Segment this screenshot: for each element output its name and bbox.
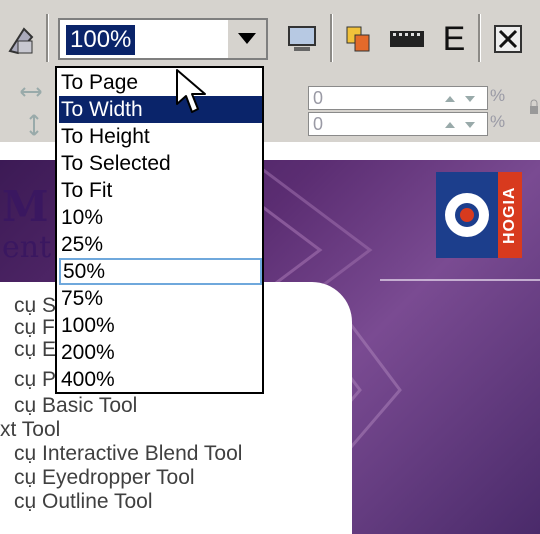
position-y-field[interactable]: 0 [308,112,488,136]
standard-toolbar: 100% E [0,0,540,73]
chevron-down-icon [238,33,256,44]
toolbar-separator [330,14,333,62]
list-item: cụ Basic Tool [14,394,138,417]
zoom-option-200[interactable]: 200% [59,339,262,366]
position-y-value[interactable]: 0 [313,114,323,135]
list-item: cụ Eyedropper Tool [14,466,195,489]
width-arrow-icon [18,82,44,102]
text-tool-glyph: E [442,19,466,58]
app-window: 100% E 0 % 0 % M ent HOGIA cụ S cụ F cụ … [0,0,540,534]
position-x-value[interactable]: 0 [313,88,323,109]
copy-icon[interactable] [340,20,376,58]
zoom-option-to-height[interactable]: To Height [59,123,262,150]
monitor-icon[interactable] [282,20,322,58]
slide-title: M [2,182,49,231]
close-box-icon[interactable] [488,20,528,58]
zoom-option-10[interactable]: 10% [59,204,262,231]
zoom-option-50[interactable]: 50% [59,258,262,285]
toolbar-separator [46,14,49,62]
spinner[interactable] [443,116,483,132]
zoom-option-25[interactable]: 25% [59,231,262,258]
list-item: cụ Outline Tool [14,490,153,513]
zoom-option-to-width[interactable]: To Width [59,96,262,123]
list-item: cụ S [14,294,57,317]
logo-text: HOGIA [501,186,518,244]
film-icon[interactable] [386,20,428,58]
printer-icon[interactable] [0,20,42,60]
zoom-combobox[interactable]: 100% [58,18,268,60]
list-item: cụ F [14,316,55,339]
spinner[interactable] [443,90,483,106]
list-item: cụ E [14,338,57,361]
slide-subtitle: ent [2,230,52,265]
zoom-option-to-page[interactable]: To Page [59,69,262,96]
toolbar-separator [478,14,481,62]
zoom-dropdown-list[interactable]: To Page To Width To Height To Selected T… [55,66,264,394]
zoom-dropdown-button[interactable] [226,20,266,58]
zoom-option-100[interactable]: 100% [59,312,262,339]
position-x-field[interactable]: 0 [308,86,488,110]
mouse-cursor-icon [175,68,209,121]
height-arrow-icon [24,112,44,138]
zoom-option-400[interactable]: 400% [59,366,262,393]
list-item: cụ Interactive Blend Tool [14,442,243,465]
percent-label: % [490,112,506,131]
zoom-option-to-selected[interactable]: To Selected [59,150,262,177]
zoom-option-75[interactable]: 75% [59,285,262,312]
list-item: xt Tool [0,418,61,441]
zoom-option-to-fit[interactable]: To Fit [59,177,262,204]
text-icon[interactable]: E [436,18,472,60]
lock-icon[interactable] [528,96,540,118]
zoom-value[interactable]: 100% [66,25,136,55]
percent-label: % [490,86,506,105]
